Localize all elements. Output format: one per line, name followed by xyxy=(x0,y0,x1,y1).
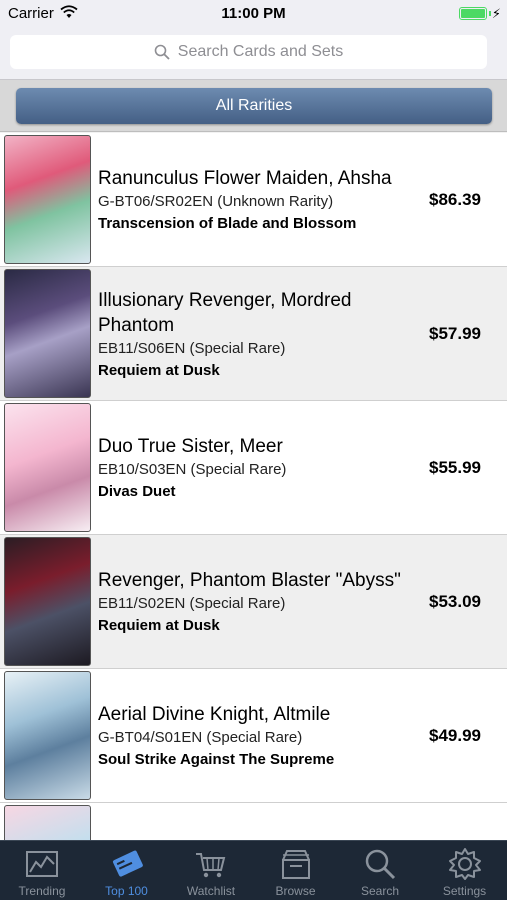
tab-settings[interactable]: Settings xyxy=(423,841,507,900)
tab-search[interactable]: Search xyxy=(338,841,422,900)
card-image xyxy=(4,135,91,264)
card-set: Soul Strike Against The Supreme xyxy=(98,751,335,768)
card-row[interactable]: Ranunculus Flower Maiden, Ahsha G-BT06/SR… xyxy=(0,133,507,267)
card-row[interactable]: Aerial Divine Knight, Altmile G-BT04/S01E… xyxy=(0,669,507,803)
tab-label: Browse xyxy=(275,884,316,898)
tab-watchlist[interactable]: Watchlist xyxy=(169,841,253,900)
tab-trending[interactable]: Trending xyxy=(0,841,84,900)
card-set: Requiem at Dusk xyxy=(98,361,220,379)
card-row-partial[interactable] xyxy=(0,803,507,840)
card-code: EB10/S03EN (Special Rare) xyxy=(98,461,287,478)
tab-bar: Trending Top 100 Watchlist Browse Search Sett… xyxy=(0,840,507,900)
card-set: Divas Duet xyxy=(98,483,176,500)
card-price: $49.99 xyxy=(429,726,481,745)
card-name: Aerial Divine Knight, Altmile xyxy=(98,704,331,725)
card-code: EB11/S02EN (Special Rare) xyxy=(98,595,286,612)
card-list[interactable]: Ranunculus Flower Maiden, Ahsha G-BT06/SR… xyxy=(0,133,507,840)
search-input[interactable]: Search Cards and Sets xyxy=(10,35,487,69)
card-set: Requiem at Dusk xyxy=(98,617,220,634)
card-image xyxy=(4,269,91,398)
search-area: Search Cards and Sets xyxy=(0,28,507,80)
card-name: Duo True Sister, Meer xyxy=(98,436,283,457)
charging-icon: ⚡ xyxy=(491,6,501,21)
card-image xyxy=(4,805,91,840)
card-row[interactable]: Illusionary Revenger, Mordred Phantom EB1… xyxy=(0,267,507,401)
card-price: $53.09 xyxy=(429,592,481,611)
search-icon xyxy=(154,44,170,60)
card-name: Ranunculus Flower Maiden, Ahsha xyxy=(98,168,392,189)
tab-label: Search xyxy=(360,884,400,898)
tab-browse[interactable]: Browse xyxy=(254,841,338,900)
search-placeholder: Search Cards and Sets xyxy=(177,43,344,60)
card-price: $57.99 xyxy=(429,324,481,343)
card-row[interactable]: Revenger, Phantom Blaster "Abyss" EB11/S0… xyxy=(0,535,507,669)
card-price: $55.99 xyxy=(429,458,481,477)
card-image xyxy=(4,403,91,532)
card-set: Transcension of Blade and Blossom xyxy=(98,215,357,232)
battery-icon xyxy=(459,7,487,20)
card-text: Aerial Divine Knight, Altmile G-BT04/S01E… xyxy=(98,669,410,803)
card-name: Illusionary Revenger, Mordred Phantom xyxy=(98,289,352,336)
card-price: $86.39 xyxy=(429,190,481,209)
tab-label: Top 100 xyxy=(105,884,148,898)
status-bar: Carrier 11:00 PM ⚡ xyxy=(0,0,507,28)
card-text: Ranunculus Flower Maiden, Ahsha G-BT06/SR… xyxy=(98,133,410,267)
card-text: Illusionary Revenger, Mordred Phantom EB1… xyxy=(98,267,410,401)
card-code: G-BT04/S01EN (Special Rare) xyxy=(98,729,303,746)
card-code: G-BT06/SR02EN (Unknown Rarity) xyxy=(98,193,334,210)
card-image xyxy=(4,537,91,666)
card-row[interactable]: Duo True Sister, Meer EB10/S03EN (Special… xyxy=(0,401,507,535)
filter-area: All Rarities xyxy=(0,80,507,132)
tab-top-100[interactable]: Top 100 xyxy=(85,841,169,900)
card-name: Revenger, Phantom Blaster "Abyss" xyxy=(98,570,401,591)
card-image xyxy=(4,671,91,800)
rarity-filter-button[interactable]: All Rarities xyxy=(16,88,492,124)
status-time: 11:00 PM xyxy=(221,5,286,22)
tab-label: Settings xyxy=(442,884,487,898)
card-code: EB11/S06EN (Special Rare) xyxy=(98,339,286,357)
tab-label: Trending xyxy=(18,884,66,898)
battery-cap xyxy=(489,11,491,16)
card-text: Duo True Sister, Meer EB10/S03EN (Special… xyxy=(98,401,410,535)
tab-label: Watchlist xyxy=(186,884,236,898)
card-text: Revenger, Phantom Blaster "Abyss" EB11/S0… xyxy=(98,535,410,669)
